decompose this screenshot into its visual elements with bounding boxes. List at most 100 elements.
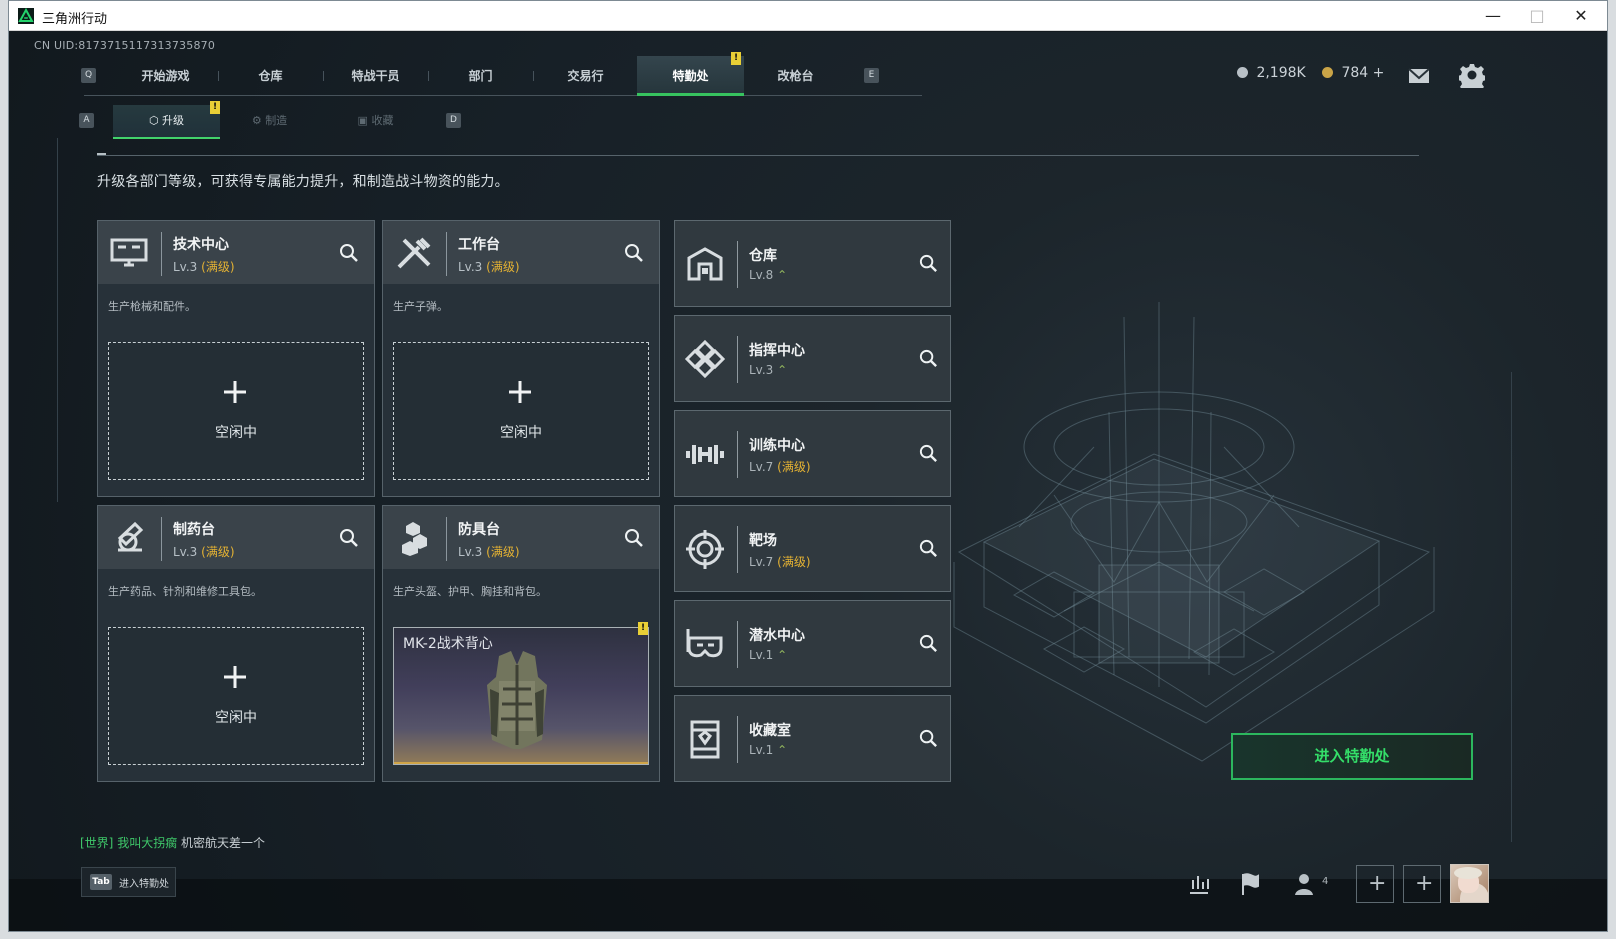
- search-icon[interactable]: [918, 348, 939, 369]
- department-card-header: 技术中心 Lv.3 (满级): [98, 221, 374, 284]
- enter-special-service-button[interactable]: 进入特勤处: [1231, 733, 1473, 780]
- department-max-level: (满级): [201, 545, 235, 559]
- department-max-level: (满级): [486, 545, 520, 559]
- game-screen: CN UID:8173715117313735870 Q 开始游戏 仓库 特战干…: [9, 32, 1607, 931]
- facility-card-collection-room: 收藏室 Lv.1 ⌃: [674, 695, 951, 782]
- department-level-value: Lv.3: [173, 260, 198, 274]
- friends-icon[interactable]: [1293, 871, 1319, 897]
- slot-status: 空闲中: [500, 425, 542, 441]
- search-icon[interactable]: [918, 633, 939, 654]
- crafted-item-name: MK-2战术背心: [403, 636, 493, 652]
- upgrade-chevron-icon: ⌃: [777, 743, 788, 757]
- search-icon[interactable]: [623, 527, 645, 549]
- slot-status: 空闲中: [215, 710, 257, 726]
- main-navigation: Q 开始游戏 仓库 特战干员 部门 交易行 特勤处 ! 改枪台 E: [81, 52, 922, 96]
- department-level: Lv.3 (满级): [173, 543, 235, 560]
- add-party-slot-button[interactable]: +: [1403, 865, 1441, 903]
- search-icon[interactable]: [623, 242, 645, 264]
- search-icon[interactable]: [918, 443, 939, 464]
- facility-title: 靶场: [749, 533, 777, 549]
- subtab-craft[interactable]: ⚙ 制造: [216, 105, 323, 139]
- department-description: 生产药品、针剂和维修工具包。: [108, 585, 262, 598]
- subtab-upgrade[interactable]: ⬡ 升级: [113, 105, 220, 139]
- tab-departments[interactable]: 部门: [427, 56, 534, 96]
- facility-level: Lv.7 (满级): [749, 458, 811, 475]
- facility-level: Lv.8 ⌃: [749, 268, 787, 282]
- search-icon[interactable]: [338, 527, 360, 549]
- facility-title: 收藏室: [749, 723, 791, 739]
- crafted-item-card[interactable]: MK-2战术背心: [393, 627, 649, 765]
- facility-divider: [737, 716, 738, 763]
- production-slot[interactable]: 空闲中: [108, 627, 364, 765]
- flag-icon[interactable]: [1236, 871, 1262, 897]
- window-titlebar: 三角洲行动 — □ ✕: [9, 1, 1607, 31]
- tab-special-service[interactable]: 特勤处: [637, 56, 744, 96]
- search-icon[interactable]: [918, 728, 939, 749]
- upgrade-icon: ⬡: [148, 114, 159, 127]
- search-icon[interactable]: [918, 538, 939, 559]
- department-level: Lv.3 (满级): [458, 543, 520, 560]
- header-divider: [161, 517, 162, 561]
- facility-level: Lv.3 ⌃: [749, 363, 787, 377]
- department-level: Lv.3 (满级): [458, 258, 520, 275]
- facility-card-target-range: 靶场 Lv.7 (满级): [674, 505, 951, 592]
- crafted-item-notice-badge: !: [638, 622, 648, 635]
- enter-special-service-shortcut[interactable]: Tab 进入特勤处: [81, 867, 176, 897]
- department-description: 生产枪械和配件。: [108, 300, 196, 313]
- tab-key: Tab: [90, 874, 112, 890]
- facility-level-value: Lv.1: [749, 648, 774, 662]
- facility-divider: [737, 336, 738, 383]
- tab-operators[interactable]: 特战干员: [322, 56, 429, 96]
- add-party-slot-button[interactable]: +: [1356, 865, 1394, 903]
- facility-title: 潜水中心: [749, 628, 805, 644]
- add-plus-icon: [224, 666, 246, 688]
- header-divider: [446, 517, 447, 561]
- facility-divider: [737, 431, 738, 478]
- facility-divider: [737, 621, 738, 668]
- facility-card-command-center: 指挥中心 Lv.3 ⌃: [674, 315, 951, 402]
- player-avatar[interactable]: [1450, 864, 1489, 903]
- department-level: Lv.3 (满级): [173, 258, 235, 275]
- settings-gear-icon[interactable]: [1459, 62, 1485, 88]
- mail-icon[interactable]: [1406, 62, 1432, 88]
- tab-trading[interactable]: 交易行: [532, 56, 639, 96]
- training-dumbbell-icon: [686, 445, 724, 464]
- department-card-armor-workbench: 防具台 Lv.3 (满级) 生产头盔、护甲、胸挂和背包。 MK-2战术背心 !: [382, 505, 660, 782]
- gold-currency[interactable]: 784 +: [1322, 65, 1384, 81]
- statistics-chart-icon[interactable]: [1186, 871, 1212, 897]
- tactical-vest-icon: [487, 651, 547, 749]
- tab-start-game[interactable]: 开始游戏: [112, 56, 219, 96]
- page-description: 升级各部门等级，可获得专属能力提升，和制造战斗物资的能力。: [97, 174, 509, 190]
- minimize-button[interactable]: —: [1471, 3, 1515, 29]
- slot-status: 空闲中: [215, 425, 257, 441]
- facility-level-value: Lv.7: [749, 555, 774, 569]
- production-slot[interactable]: 空闲中: [108, 342, 364, 480]
- close-button[interactable]: ✕: [1559, 3, 1603, 29]
- player-uid: CN UID:8173715117313735870: [34, 39, 216, 52]
- next-tab-key: E: [864, 68, 879, 83]
- content-top-divider: [97, 155, 1419, 156]
- department-max-level: (满级): [201, 260, 235, 274]
- department-title: 制药台: [173, 522, 215, 538]
- department-card-header: 制药台 Lv.3 (满级): [98, 506, 374, 569]
- world-chat-message[interactable]: [世界] 我叫大拐瘸 机密航天差一个: [80, 834, 265, 851]
- facility-divider: [737, 526, 738, 573]
- tools-icon: [397, 237, 431, 269]
- facility-max-level: (满级): [777, 555, 811, 569]
- subtab-collection[interactable]: ▣ 收藏: [322, 105, 429, 139]
- tab-warehouse[interactable]: 仓库: [217, 56, 324, 96]
- search-icon[interactable]: [918, 253, 939, 274]
- computer-icon: [110, 238, 148, 267]
- maximize-button[interactable]: □: [1515, 3, 1559, 29]
- target-range-icon: [686, 530, 724, 569]
- search-icon[interactable]: [338, 242, 360, 264]
- upgrade-chevron-icon: ⌃: [777, 648, 788, 662]
- department-title: 技术中心: [173, 237, 229, 253]
- craft-tab-label: 制造: [265, 114, 288, 127]
- add-plus-icon: +: [1368, 871, 1387, 896]
- silver-currency-value: 2,198K: [1256, 65, 1306, 81]
- production-slot[interactable]: 空闲中: [393, 342, 649, 480]
- department-title: 防具台: [458, 522, 500, 538]
- chat-message-text: 机密航天差一个: [181, 836, 266, 850]
- tab-gun-modification[interactable]: 改枪台: [742, 56, 849, 96]
